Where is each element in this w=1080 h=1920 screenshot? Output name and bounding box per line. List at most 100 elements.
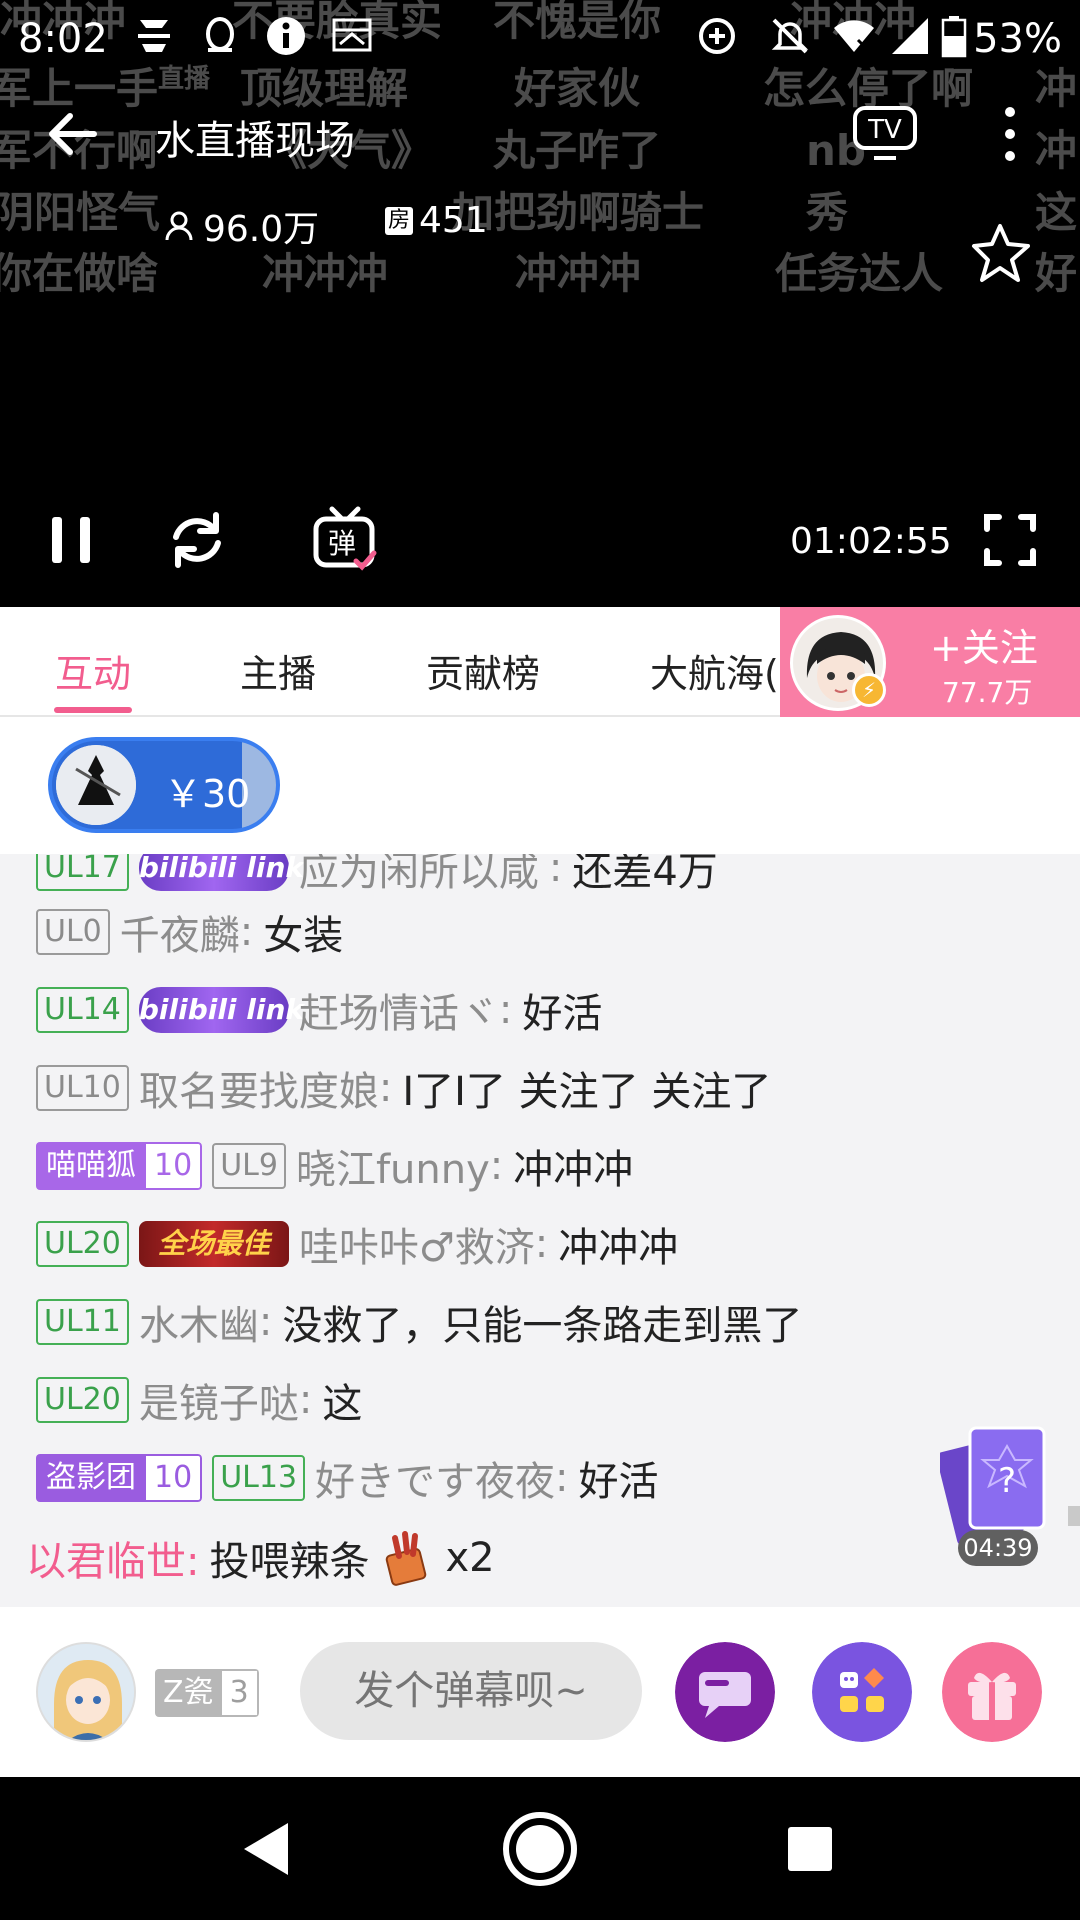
info-icon (267, 17, 305, 55)
chat-message: UL17 bilibili link 应为闲所以咸: 还差4万 (36, 854, 718, 896)
red-packet-amount: ￥30 (164, 772, 251, 816)
chat-username[interactable]: 赶场情话ヾ (299, 981, 499, 1039)
system-nav-bar (0, 1777, 1080, 1920)
chat-list[interactable]: UL17 bilibili link 应为闲所以咸: 还差4万 UL0 千夜麟:… (0, 854, 1080, 1607)
scrollbar[interactable] (1068, 1506, 1080, 1526)
tab-interaction[interactable]: 互动 (55, 643, 131, 698)
danmaku-text: 秀 (806, 188, 849, 237)
user-medal-level: 3 (221, 1669, 259, 1717)
viewer-count: 96.0万 (165, 200, 319, 252)
data-saver-icon (699, 18, 735, 54)
notifications-off-icon (771, 18, 809, 54)
user-level-badge: UL17 (36, 854, 129, 891)
tv-cast-icon[interactable]: TV (850, 102, 920, 162)
danmaku-input[interactable] (300, 1642, 642, 1740)
chat-username[interactable]: 应为闲所以咸 (299, 854, 539, 897)
room-title: 水直播现场 (155, 118, 355, 164)
user-avatar-image (38, 1644, 134, 1740)
fan-medal-name: 盗影团 (36, 1454, 146, 1502)
red-packet-button[interactable]: ￥30 (48, 737, 280, 833)
cast-icon (332, 18, 372, 52)
video-player[interactable]: 冲冲冲 不要脸真实 不愧是你 冲冲冲 军上一手 直播 顶级理解 好家伙 怎么停了… (0, 0, 1080, 607)
bilibili-link-badge: bilibili link (138, 854, 304, 891)
room-number-value: 451 (419, 200, 488, 241)
chat-text: 好活 (578, 1459, 659, 1505)
nav-home-icon[interactable] (498, 1807, 582, 1891)
chat-text: 冲冲冲 (513, 1147, 634, 1193)
more-options-icon[interactable] (990, 102, 1030, 166)
user-level-badge: UL14 (36, 987, 129, 1033)
room-number: 房 451 (385, 200, 488, 241)
sender-avatar (56, 745, 136, 825)
chat-message: 喵喵狐 10 UL9 晓江funny: 冲冲冲 (36, 1138, 633, 1194)
tab-contribution-rank[interactable]: 贡献榜 (426, 643, 540, 698)
user-avatar[interactable] (36, 1642, 136, 1742)
wifi-icon (834, 20, 874, 52)
chat-message: UL20 是镜子哒: 这 (36, 1372, 362, 1428)
status-time: 8:02 (18, 16, 108, 62)
chat-message: 盗影团 10 UL13 好きです夜夜: 好活 (36, 1450, 659, 1506)
danmaku-text: 冲冲冲 (262, 249, 389, 298)
status-bar: 8:02 53% (0, 0, 1080, 80)
follow-button[interactable]: ⚡ +关注 77.7万 (780, 607, 1080, 717)
room-icon: 房 (385, 206, 414, 235)
user-level-badge: UL11 (36, 1299, 129, 1345)
nav-back-icon[interactable] (226, 1807, 310, 1891)
danmaku-text: 阴阳怪气 (0, 188, 161, 237)
pause-icon[interactable] (38, 505, 108, 575)
user-level-badge: UL20 (36, 1221, 129, 1267)
favorite-star-icon[interactable] (970, 222, 1034, 286)
follow-label: +关注 (930, 626, 1038, 670)
chat-username[interactable]: 取名要找度娘 (139, 1059, 379, 1117)
fan-medal-name: 喵喵狐 (36, 1142, 146, 1190)
tab-anchor[interactable]: 主播 (240, 643, 316, 698)
qq-notification-icon (206, 17, 234, 52)
chat-username[interactable]: 是镜子哒 (139, 1371, 299, 1429)
refresh-icon[interactable] (162, 505, 232, 575)
chat-username[interactable]: 晓江funny (296, 1137, 490, 1195)
chat-username[interactable]: 哇咔咔♂救济 (299, 1215, 535, 1273)
active-tab-indicator (54, 707, 132, 713)
chat-text: I了I了 关注了 关注了 (402, 1069, 772, 1115)
user-level-badge: UL0 (36, 909, 110, 955)
gift-message: 以君临世: 投喂辣条 x2 (26, 1528, 495, 1588)
chat-username[interactable]: 水木幽 (139, 1293, 259, 1351)
player-topbar: 水直播现场 TV (0, 90, 1080, 180)
chat-username[interactable]: 好きです夜夜 (315, 1449, 555, 1507)
message-icon[interactable] (675, 1642, 775, 1742)
nav-recents-icon[interactable] (768, 1807, 852, 1891)
danmaku-text: 这 (1035, 188, 1078, 237)
tab-guard[interactable]: 大航海( (650, 643, 779, 698)
danmaku-text: 冲冲冲 (515, 249, 642, 298)
card-pack-timer: 04:39 (958, 1530, 1038, 1566)
bilibili-link-badge: bilibili link (138, 987, 304, 1033)
chat-message: UL0 千夜麟: 女装 (36, 904, 343, 960)
svg-text:弹: 弹 (328, 527, 356, 560)
svg-text:?: ? (998, 1461, 1016, 1501)
gift-sender[interactable]: 以君临世: (26, 1529, 199, 1587)
danmaku-toggle-icon[interactable]: 弹 (310, 505, 380, 575)
elapsed-time: 01:02:55 (790, 521, 952, 562)
cellular-signal-icon (892, 18, 928, 54)
sender-avatar-image (56, 745, 136, 825)
danmaku-text: 好 (1035, 249, 1078, 298)
app-notification-icon (138, 20, 170, 52)
apps-icon[interactable] (812, 1642, 912, 1742)
tab-bar: 互动 主播 贡献榜 大航海( ⚡ +关注 77.7万 (0, 607, 1080, 717)
fullscreen-icon[interactable] (975, 505, 1045, 575)
danmaku-text: 你在做啥 (0, 249, 159, 298)
back-arrow-icon[interactable] (40, 102, 104, 166)
chat-username[interactable]: 千夜麟 (120, 903, 240, 961)
pinned-bar: ￥30 (0, 717, 1080, 854)
input-bar: Z瓷 3 (0, 1607, 1080, 1777)
svg-text:TV: TV (867, 115, 902, 145)
lightning-icon: ⚡ (852, 673, 886, 707)
fan-medal: 喵喵狐 10 (36, 1142, 203, 1190)
fan-medal: 盗影团 10 (36, 1454, 203, 1502)
fan-medal-level: 10 (146, 1454, 203, 1502)
spicy-strip-gift-icon (386, 1531, 427, 1586)
chat-text: 这 (322, 1381, 363, 1427)
gift-icon[interactable] (942, 1642, 1042, 1742)
user-medal-name: Z瓷 (155, 1669, 222, 1717)
chat-text: 好活 (522, 991, 603, 1037)
